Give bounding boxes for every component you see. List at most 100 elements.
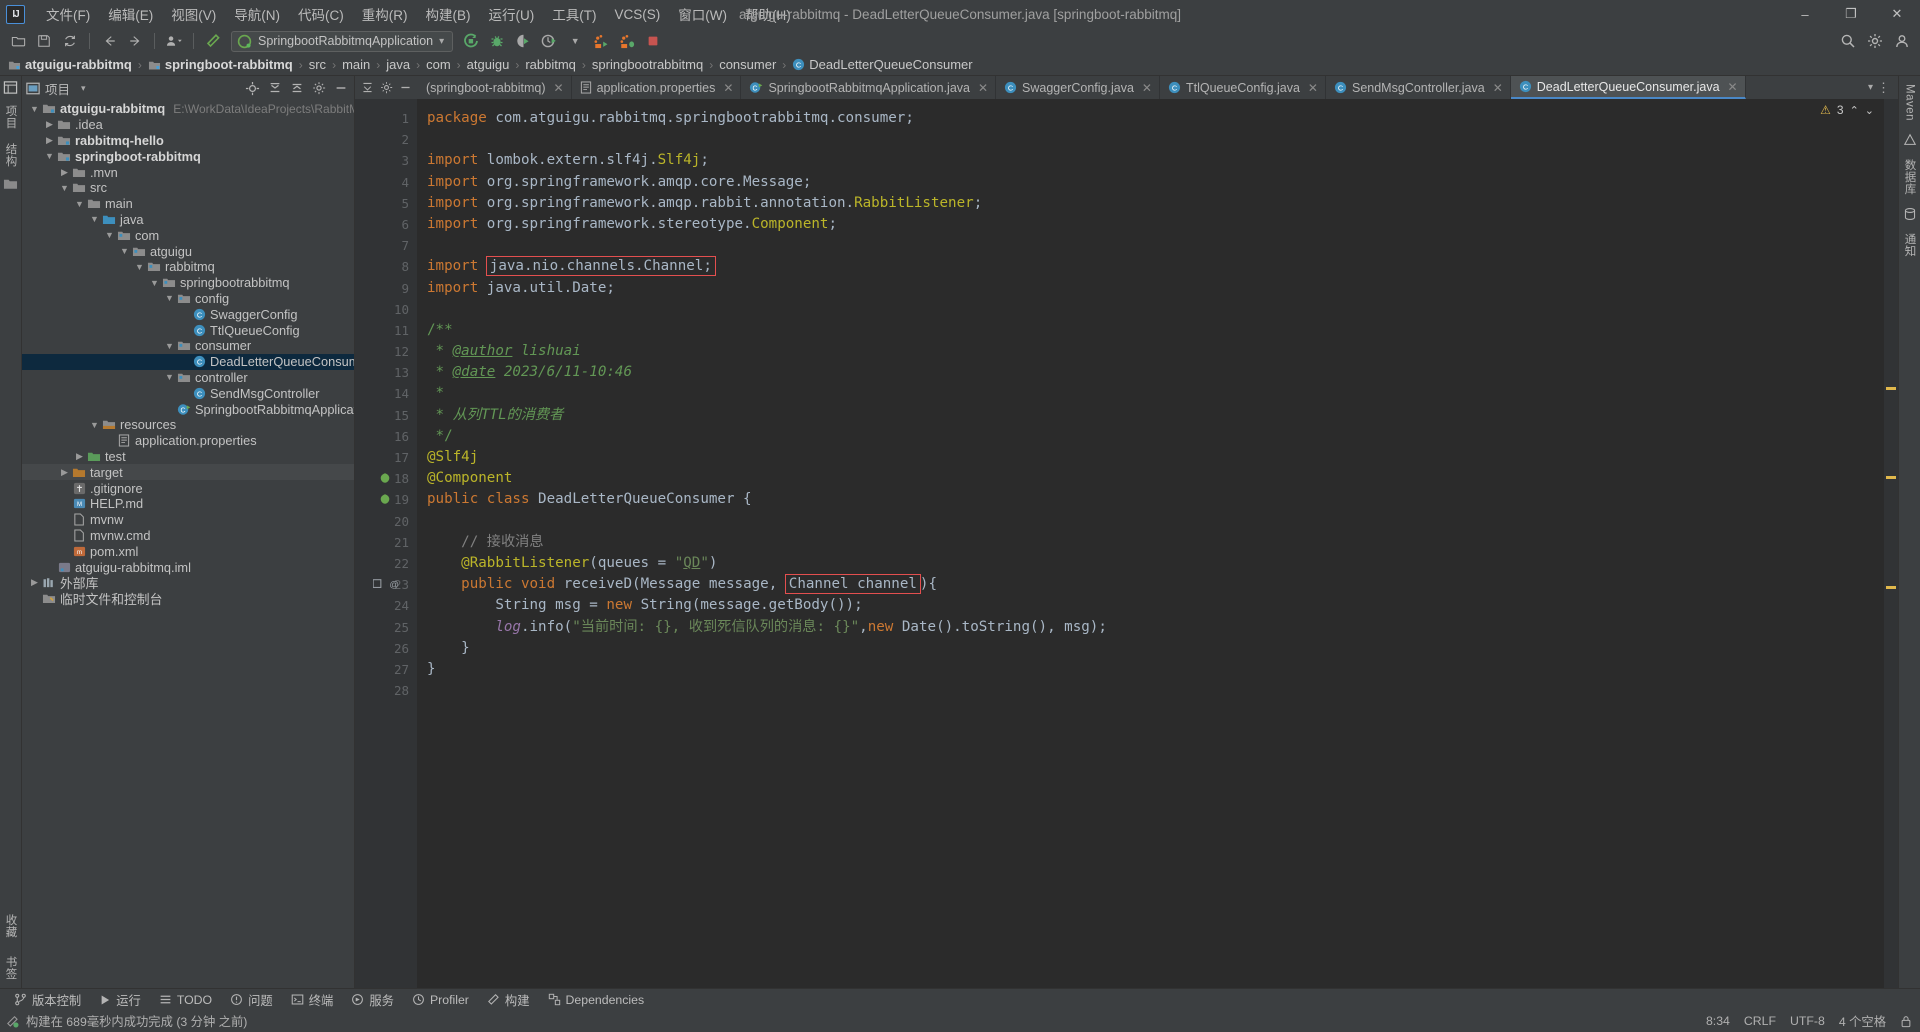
profile-dropdown-icon[interactable] xyxy=(162,30,186,52)
menu-navigate[interactable]: 导航(N) xyxy=(225,1,289,27)
line-number[interactable]: 27 xyxy=(355,659,417,680)
menu-file[interactable]: 文件(F) xyxy=(37,1,99,27)
database-icon[interactable] xyxy=(1903,207,1917,221)
file-encoding[interactable]: UTF-8 xyxy=(1790,1014,1825,1028)
attach-icon[interactable] xyxy=(589,30,613,52)
tree-node-application-properties[interactable]: application.properties xyxy=(22,433,354,449)
tree-node-com[interactable]: ▼ com xyxy=(22,227,354,243)
build-hammer-icon[interactable] xyxy=(201,30,225,52)
chevron-down-icon[interactable]: ▼ xyxy=(73,199,86,209)
code-line[interactable]: } xyxy=(427,659,1884,680)
chevron-down-icon[interactable]: ▼ xyxy=(163,341,176,351)
chevron-right-icon[interactable]: ▶ xyxy=(73,451,86,462)
tool-services[interactable]: 服务 xyxy=(343,989,402,1011)
profiler-icon[interactable] xyxy=(537,30,561,52)
tree-node-atguigu[interactable]: ▼ atguigu xyxy=(22,243,354,259)
breadcrumb-item-atguigu[interactable]: atguigu xyxy=(465,57,512,72)
line-number[interactable]: 20 xyxy=(355,511,417,532)
breadcrumb-item-rabbitmq[interactable]: rabbitmq xyxy=(523,57,578,72)
spring-bean-gutter-icon[interactable] xyxy=(379,472,391,484)
breadcrumb-item-project[interactable]: atguigu-rabbitmq xyxy=(6,57,134,72)
tree-node-src[interactable]: ▼ src xyxy=(22,180,354,196)
line-number[interactable]: 10 xyxy=(355,299,417,320)
tool-problems[interactable]: 问题 xyxy=(222,989,281,1011)
menu-edit[interactable]: 编辑(E) xyxy=(99,1,162,27)
tree-node-deadletterqueueconsumer[interactable]: C DeadLetterQueueConsumer xyxy=(22,353,354,370)
tree-node-target[interactable]: ▶ target xyxy=(22,464,354,481)
code-line[interactable]: import lombok.extern.slf4j.Slf4j; xyxy=(427,150,1884,171)
code-content[interactable]: package com.atguigu.rabbitmq.springbootr… xyxy=(417,99,1884,988)
tab-settings-gear-icon[interactable] xyxy=(378,79,395,96)
code-line[interactable]: String msg = new String(message.getBody(… xyxy=(427,595,1884,616)
tool-run[interactable]: 运行 xyxy=(91,989,149,1011)
line-separator[interactable]: CRLF xyxy=(1744,1014,1776,1028)
breadcrumb-item-module[interactable]: springboot-rabbitmq xyxy=(146,57,295,72)
breadcrumb-item-main[interactable]: main xyxy=(340,57,372,72)
tree-node-springbootrabbitmq[interactable]: ▼ springbootrabbitmq xyxy=(22,275,354,291)
sync-icon[interactable] xyxy=(58,30,82,52)
prev-problem-icon[interactable]: ⌃ xyxy=(1850,104,1859,117)
tree-node-rabbitmq-hello[interactable]: ▶ rabbitmq-hello xyxy=(22,133,354,149)
chevron-down-icon[interactable]: ▼ xyxy=(118,246,131,256)
inspection-marker[interactable] xyxy=(1886,586,1896,589)
line-number[interactable]: 6 xyxy=(355,214,417,235)
chevron-down-icon[interactable]: ▼ xyxy=(163,372,176,382)
line-number[interactable]: 19▽ xyxy=(355,489,425,510)
project-panel-icon[interactable] xyxy=(3,80,18,95)
search-icon[interactable] xyxy=(1836,30,1860,52)
line-number[interactable]: 12 xyxy=(355,341,417,362)
menu-view[interactable]: 视图(V) xyxy=(162,1,225,27)
code-line[interactable]: * xyxy=(427,383,1884,404)
rail-label-maven[interactable]: Maven xyxy=(1903,80,1917,125)
code-line[interactable]: // 接收消息 xyxy=(427,532,1884,553)
breadcrumb-item-springbootrabbitmq[interactable]: springbootrabbitmq xyxy=(590,57,705,72)
menu-run[interactable]: 运行(U) xyxy=(480,1,544,27)
tab-close-icon[interactable]: ✕ xyxy=(554,81,564,95)
chevron-down-icon[interactable]: ▼ xyxy=(88,214,101,224)
tree-node--[interactable]: 临时文件和控制台 xyxy=(22,591,354,607)
line-number[interactable]: 21 xyxy=(355,532,417,553)
inspection-marker[interactable] xyxy=(1886,387,1896,390)
line-number[interactable]: 24 xyxy=(355,595,417,616)
code-line[interactable]: * @author lishuai xyxy=(427,341,1884,362)
line-number[interactable]: 18▽ xyxy=(355,468,425,489)
stop-icon[interactable] xyxy=(641,30,665,52)
inspection-widget[interactable]: ⚠ 3 ⌃ ⌄ xyxy=(1820,103,1874,117)
tree-node-springboot-rabbitmq[interactable]: ▼ springboot-rabbitmq xyxy=(22,148,354,164)
menu-build[interactable]: 构建(B) xyxy=(417,1,480,27)
minimize-button[interactable]: – xyxy=(1782,0,1828,28)
expand-all-icon[interactable] xyxy=(287,79,306,98)
back-arrow-icon[interactable] xyxy=(97,30,121,52)
code-line[interactable]: log.info("当前时间: {}, 收到死信队列的消息: {}",new D… xyxy=(427,617,1884,638)
editor-tab-swaggerconfig-java[interactable]: C SwaggerConfig.java ✕ xyxy=(996,76,1160,99)
code-line[interactable]: @RabbitListener(queues = "QD") xyxy=(427,553,1884,574)
line-number[interactable]: 15 xyxy=(355,405,417,426)
editor-tabs[interactable]: (springboot-rabbitmq) ✕ application.proper… xyxy=(418,76,1746,99)
tab-close-icon[interactable]: ✕ xyxy=(1308,81,1318,95)
menu-code[interactable]: 代码(C) xyxy=(289,1,353,27)
rail-label-project[interactable]: 项目 xyxy=(2,101,20,133)
tool-build[interactable]: 构建 xyxy=(479,989,538,1011)
chevron-down-icon[interactable]: ▼ xyxy=(28,104,41,114)
code-line[interactable] xyxy=(427,129,1884,150)
rail-label-favorites[interactable]: 收藏 xyxy=(2,910,20,942)
chevron-right-icon[interactable]: ▶ xyxy=(43,119,56,130)
code-line[interactable] xyxy=(427,299,1884,320)
editor-tab--springboot-rabbitmq-[interactable]: (springboot-rabbitmq) ✕ xyxy=(418,76,572,99)
code-line[interactable] xyxy=(427,680,1884,701)
rail-label-bookmarks[interactable]: 书签 xyxy=(2,952,20,984)
code-line[interactable]: import java.util.Date; xyxy=(427,278,1884,299)
open-folder-icon[interactable] xyxy=(6,30,30,52)
tool-dependencies[interactable]: Dependencies xyxy=(540,991,653,1009)
tree-node-rabbitmq[interactable]: ▼ rabbitmq xyxy=(22,259,354,275)
chevron-right-icon[interactable]: ▶ xyxy=(58,167,71,178)
tree-node-config[interactable]: ▼ config xyxy=(22,291,354,307)
tree-node-mvnw-cmd[interactable]: mvnw.cmd xyxy=(22,528,354,544)
line-number[interactable]: 16▽ xyxy=(355,426,425,447)
menu-vcs[interactable]: VCS(S) xyxy=(606,4,670,25)
run-icon[interactable] xyxy=(459,30,483,52)
tree-node--gitignore[interactable]: .gitignore xyxy=(22,480,354,496)
collapse-icon[interactable] xyxy=(359,79,376,96)
tree-node-atguigu-rabbitmq[interactable]: ▼ atguigu-rabbitmq E:\WorkData\IdeaProject… xyxy=(22,101,354,117)
line-number[interactable]: 5 xyxy=(355,193,417,214)
